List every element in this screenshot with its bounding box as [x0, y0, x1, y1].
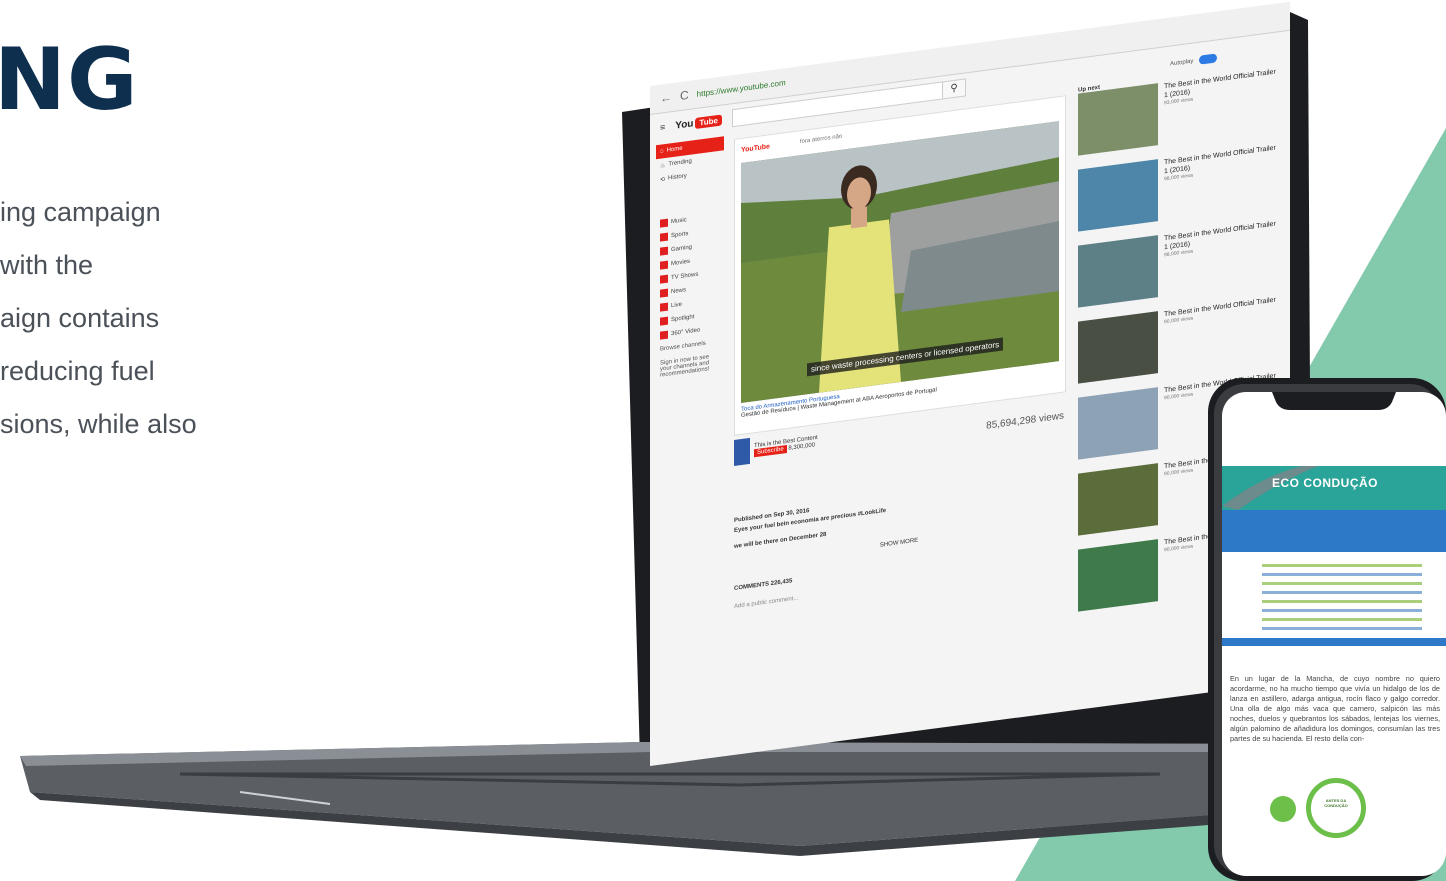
video-thumbnail[interactable] — [1078, 463, 1158, 536]
channel-icon — [660, 218, 668, 228]
video-player-card: YouTube fora aterros não since waste pro… — [734, 95, 1066, 436]
youtube-logo[interactable]: You Tube — [675, 114, 722, 131]
list-item[interactable] — [1262, 582, 1422, 585]
eco-link-list — [1262, 558, 1422, 636]
list-item[interactable] — [1262, 609, 1422, 612]
video-thumbnail[interactable] — [1078, 159, 1158, 232]
video-thumbnail[interactable] — [1078, 83, 1158, 156]
channel-icon — [660, 288, 668, 298]
video-thumbnail[interactable] — [1078, 387, 1158, 460]
sidebar-item-label: Gaming — [671, 244, 693, 254]
sidebar-item-label: Live — [671, 301, 683, 310]
channel-icon — [660, 260, 668, 270]
sidebar-item-label: 360° Video — [671, 327, 701, 338]
sidebar-item-label: Movies — [671, 258, 691, 268]
list-item[interactable] — [1262, 627, 1422, 630]
logo-play: Tube — [695, 114, 722, 129]
list-item[interactable] — [1262, 573, 1422, 576]
list-item[interactable] — [1262, 618, 1422, 621]
laptop-screen: ← C https://www.youtube.com ≡ You Tube ⚲… — [650, 1, 1290, 766]
channel-icon — [660, 330, 668, 340]
video-thumbnail[interactable] — [1078, 311, 1158, 384]
list-item[interactable] — [1262, 591, 1422, 594]
player-brand: YouTube — [741, 142, 770, 154]
sidebar-item-label: Home — [666, 145, 683, 154]
menu-icon[interactable]: ≡ — [660, 122, 665, 133]
video-thumbnail[interactable] — [1078, 539, 1158, 612]
address-bar[interactable]: https://www.youtube.com — [697, 78, 786, 99]
eco-paragraph: En un lugar de la Mancha, de cuyo nombre… — [1230, 674, 1440, 743]
eco-title: ECO CONDUÇÃO — [1272, 476, 1379, 490]
phone-screen: ECO CONDUÇÃO En un lugar de la Mancha, d… — [1222, 392, 1446, 876]
flame-icon: ♨ — [660, 162, 666, 170]
sidebar-item-label: Trending — [668, 158, 692, 168]
subscriber-count: 8,300,000 — [788, 442, 816, 452]
list-item[interactable] — [1262, 600, 1422, 603]
youtube-sidebar: ⌂ Home ♨ Trending ⟲ History Music Sports Ga… — [656, 136, 724, 383]
sidebar-item-label: Spotlight — [671, 314, 695, 324]
sidebar-item-label: News — [671, 287, 687, 296]
sidebar-item-label: Music — [671, 217, 687, 226]
channel-icon — [660, 246, 668, 256]
badge-label: ANTES DA CONDUÇÃO — [1324, 798, 1348, 808]
back-icon[interactable]: ← — [660, 90, 672, 106]
history-icon: ⟲ — [660, 176, 666, 184]
autoplay-label: Autoplay — [1170, 57, 1194, 68]
channel-icon — [660, 232, 668, 242]
channel-icon — [660, 316, 668, 326]
channel-icon — [660, 274, 668, 284]
eco-divider-bar — [1222, 638, 1446, 646]
video-thumbnail[interactable] — [1078, 235, 1158, 308]
eco-intro-box — [1222, 510, 1446, 552]
channel-icon — [660, 302, 668, 312]
logo-text: You — [675, 117, 694, 132]
home-icon: ⌂ — [660, 148, 664, 155]
badge-ring — [1306, 778, 1366, 838]
sidebar-item-label: Sports — [671, 230, 689, 240]
description: Published on Sep 30, 2016 Eyes your fuel… — [734, 472, 1064, 611]
reload-icon[interactable]: C — [680, 88, 689, 103]
speech-bubble-icon — [1270, 796, 1296, 822]
video-frame[interactable]: since waste processing centers or licens… — [741, 121, 1059, 404]
player-search[interactable]: fora aterros não — [800, 134, 842, 146]
avatar[interactable] — [734, 437, 750, 466]
search-icon[interactable]: ⚲ — [942, 78, 966, 100]
sidebar-item-label: History — [668, 173, 687, 182]
list-item[interactable] — [1262, 564, 1422, 567]
sidebar-item-label: TV Shows — [671, 271, 699, 282]
phone-notch — [1272, 392, 1396, 410]
